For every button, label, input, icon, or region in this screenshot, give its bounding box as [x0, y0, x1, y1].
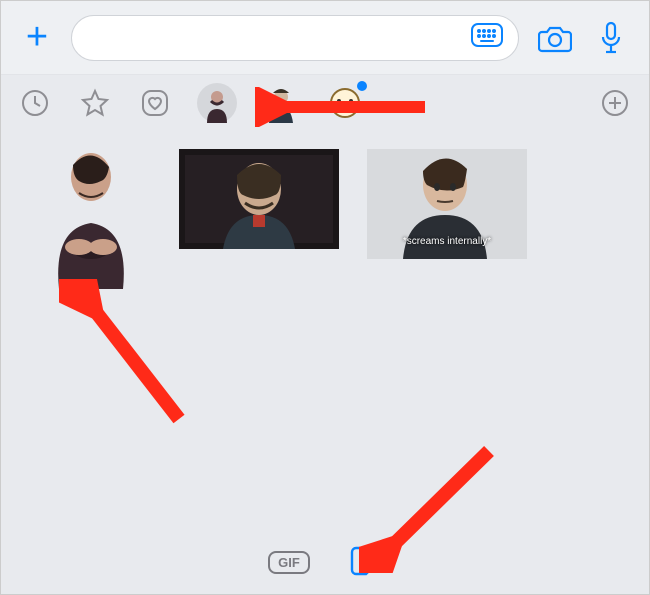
pack-thumb-tony[interactable] — [197, 83, 237, 123]
add-pack-icon[interactable] — [597, 85, 633, 121]
recent-icon[interactable] — [17, 85, 53, 121]
new-badge — [357, 81, 367, 91]
sticker-tony-arms-crossed[interactable] — [31, 149, 151, 289]
message-text-field[interactable] — [86, 29, 470, 47]
sticker-button[interactable] — [350, 544, 382, 581]
bottom-mode-bar: GIF — [1, 530, 649, 594]
keyboard-icon[interactable] — [470, 22, 504, 53]
camera-icon[interactable] — [535, 18, 575, 58]
add-button[interactable]: + — [19, 16, 55, 59]
sticker-peter-screams[interactable]: *screams internally* — [367, 149, 527, 259]
sticker-thor-ragnarok[interactable] — [179, 149, 339, 249]
sticker-grid: *screams internally* — [1, 131, 649, 531]
pack-thumb-thor[interactable] — [261, 83, 301, 123]
message-input[interactable] — [71, 15, 519, 61]
sticker-caption: *screams internally* — [403, 236, 491, 247]
mic-icon[interactable] — [591, 18, 631, 58]
favorites-icon[interactable] — [77, 85, 113, 121]
compose-top-bar: + — [1, 1, 649, 75]
pack-thumb-spiderman[interactable] — [325, 83, 365, 123]
heart-icon[interactable] — [137, 85, 173, 121]
gif-button[interactable]: GIF — [268, 551, 310, 574]
sticker-pack-row — [1, 75, 649, 131]
